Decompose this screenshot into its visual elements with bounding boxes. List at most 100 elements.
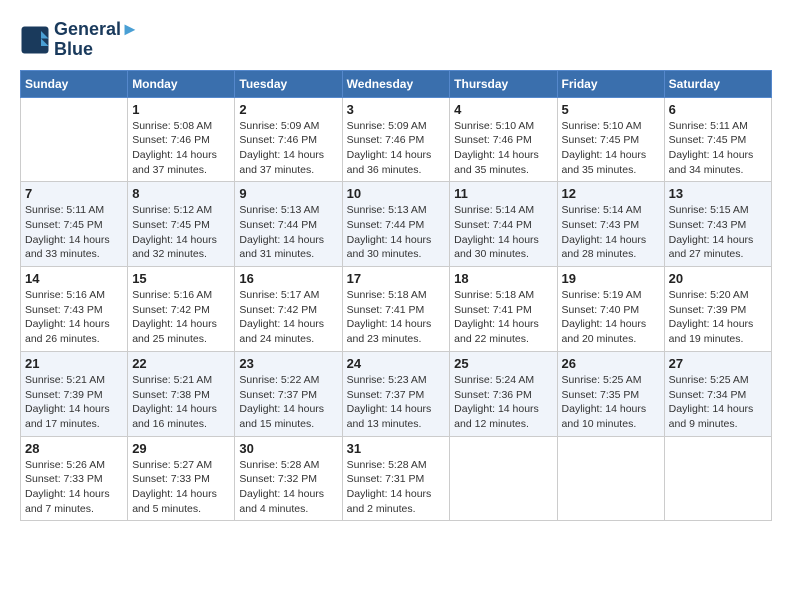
calendar-cell: 20 Sunrise: 5:20 AM Sunset: 7:39 PM Dayli… bbox=[664, 267, 771, 352]
header-friday: Friday bbox=[557, 70, 664, 97]
calendar-week-row: 1 Sunrise: 5:08 AM Sunset: 7:46 PM Daylig… bbox=[21, 97, 772, 182]
day-number: 8 bbox=[132, 186, 230, 201]
calendar-cell: 24 Sunrise: 5:23 AM Sunset: 7:37 PM Dayli… bbox=[342, 351, 450, 436]
calendar-cell: 27 Sunrise: 5:25 AM Sunset: 7:34 PM Dayli… bbox=[664, 351, 771, 436]
calendar-cell: 23Sunrise: 5:22 AM Sunset: 7:37 PM Dayli… bbox=[235, 351, 342, 436]
calendar-cell: 15Sunrise: 5:16 AM Sunset: 7:42 PM Dayli… bbox=[128, 267, 235, 352]
day-number: 11 bbox=[454, 186, 552, 201]
calendar-cell: 25Sunrise: 5:24 AM Sunset: 7:36 PM Dayli… bbox=[450, 351, 557, 436]
calendar-cell bbox=[557, 436, 664, 521]
logo: General► Blue bbox=[20, 20, 139, 60]
day-number: 15 bbox=[132, 271, 230, 286]
day-number: 20 bbox=[669, 271, 767, 286]
calendar-week-row: 7 Sunrise: 5:11 AM Sunset: 7:45 PM Daylig… bbox=[21, 182, 772, 267]
day-number: 16 bbox=[239, 271, 337, 286]
calendar-cell bbox=[664, 436, 771, 521]
calendar-cell: 31Sunrise: 5:28 AM Sunset: 7:31 PM Dayli… bbox=[342, 436, 450, 521]
calendar-cell: 1 Sunrise: 5:08 AM Sunset: 7:46 PM Daylig… bbox=[128, 97, 235, 182]
day-number: 10 bbox=[347, 186, 446, 201]
calendar-cell: 29 Sunrise: 5:27 AM Sunset: 7:33 PM Dayli… bbox=[128, 436, 235, 521]
day-number: 27 bbox=[669, 356, 767, 371]
logo-icon bbox=[20, 25, 50, 55]
day-info: Sunrise: 5:08 AM Sunset: 7:46 PM Dayligh… bbox=[132, 119, 230, 178]
calendar-table: SundayMondayTuesdayWednesdayThursdayFrid… bbox=[20, 70, 772, 522]
day-number: 7 bbox=[25, 186, 123, 201]
day-info: Sunrise: 5:13 AM Sunset: 7:44 PM Dayligh… bbox=[239, 203, 337, 262]
day-number: 30 bbox=[239, 441, 337, 456]
day-number: 5 bbox=[562, 102, 660, 117]
header-saturday: Saturday bbox=[664, 70, 771, 97]
header-tuesday: Tuesday bbox=[235, 70, 342, 97]
day-number: 4 bbox=[454, 102, 552, 117]
day-info: Sunrise: 5:13 AM Sunset: 7:44 PM Dayligh… bbox=[347, 203, 446, 262]
day-info: Sunrise: 5:21 AM Sunset: 7:38 PM Dayligh… bbox=[132, 373, 230, 432]
day-info: Sunrise: 5:26 AM Sunset: 7:33 PM Dayligh… bbox=[25, 458, 123, 517]
day-info: Sunrise: 5:10 AM Sunset: 7:46 PM Dayligh… bbox=[454, 119, 552, 178]
calendar-cell: 14 Sunrise: 5:16 AM Sunset: 7:43 PM Dayli… bbox=[21, 267, 128, 352]
calendar-cell: 22 Sunrise: 5:21 AM Sunset: 7:38 PM Dayli… bbox=[128, 351, 235, 436]
day-info: Sunrise: 5:11 AM Sunset: 7:45 PM Dayligh… bbox=[669, 119, 767, 178]
header-sunday: Sunday bbox=[21, 70, 128, 97]
calendar-cell: 4 Sunrise: 5:10 AM Sunset: 7:46 PM Daylig… bbox=[450, 97, 557, 182]
day-number: 28 bbox=[25, 441, 123, 456]
day-number: 19 bbox=[562, 271, 660, 286]
day-number: 29 bbox=[132, 441, 230, 456]
calendar-cell: 21Sunrise: 5:21 AM Sunset: 7:39 PM Dayli… bbox=[21, 351, 128, 436]
calendar-cell: 13 Sunrise: 5:15 AM Sunset: 7:43 PM Dayli… bbox=[664, 182, 771, 267]
day-info: Sunrise: 5:16 AM Sunset: 7:43 PM Dayligh… bbox=[25, 288, 123, 347]
day-number: 12 bbox=[562, 186, 660, 201]
calendar-cell: 16 Sunrise: 5:17 AM Sunset: 7:42 PM Dayli… bbox=[235, 267, 342, 352]
calendar-cell: 28 Sunrise: 5:26 AM Sunset: 7:33 PM Dayli… bbox=[21, 436, 128, 521]
calendar-week-row: 21Sunrise: 5:21 AM Sunset: 7:39 PM Dayli… bbox=[21, 351, 772, 436]
day-info: Sunrise: 5:28 AM Sunset: 7:32 PM Dayligh… bbox=[239, 458, 337, 517]
day-number: 22 bbox=[132, 356, 230, 371]
calendar-cell: 9 Sunrise: 5:13 AM Sunset: 7:44 PM Daylig… bbox=[235, 182, 342, 267]
calendar-cell: 5Sunrise: 5:10 AM Sunset: 7:45 PM Daylig… bbox=[557, 97, 664, 182]
calendar-cell: 6Sunrise: 5:11 AM Sunset: 7:45 PM Daylig… bbox=[664, 97, 771, 182]
day-info: Sunrise: 5:15 AM Sunset: 7:43 PM Dayligh… bbox=[669, 203, 767, 262]
day-info: Sunrise: 5:14 AM Sunset: 7:43 PM Dayligh… bbox=[562, 203, 660, 262]
page-header: General► Blue bbox=[20, 20, 772, 60]
day-info: Sunrise: 5:25 AM Sunset: 7:35 PM Dayligh… bbox=[562, 373, 660, 432]
day-info: Sunrise: 5:22 AM Sunset: 7:37 PM Dayligh… bbox=[239, 373, 337, 432]
calendar-cell: 12 Sunrise: 5:14 AM Sunset: 7:43 PM Dayli… bbox=[557, 182, 664, 267]
day-info: Sunrise: 5:09 AM Sunset: 7:46 PM Dayligh… bbox=[347, 119, 446, 178]
calendar-cell: 26 Sunrise: 5:25 AM Sunset: 7:35 PM Dayli… bbox=[557, 351, 664, 436]
header-thursday: Thursday bbox=[450, 70, 557, 97]
calendar-cell: 7 Sunrise: 5:11 AM Sunset: 7:45 PM Daylig… bbox=[21, 182, 128, 267]
calendar-cell: 8 Sunrise: 5:12 AM Sunset: 7:45 PM Daylig… bbox=[128, 182, 235, 267]
day-info: Sunrise: 5:18 AM Sunset: 7:41 PM Dayligh… bbox=[454, 288, 552, 347]
day-info: Sunrise: 5:25 AM Sunset: 7:34 PM Dayligh… bbox=[669, 373, 767, 432]
day-info: Sunrise: 5:17 AM Sunset: 7:42 PM Dayligh… bbox=[239, 288, 337, 347]
day-number: 13 bbox=[669, 186, 767, 201]
day-number: 24 bbox=[347, 356, 446, 371]
day-number: 14 bbox=[25, 271, 123, 286]
day-info: Sunrise: 5:27 AM Sunset: 7:33 PM Dayligh… bbox=[132, 458, 230, 517]
calendar-cell: 11Sunrise: 5:14 AM Sunset: 7:44 PM Dayli… bbox=[450, 182, 557, 267]
day-info: Sunrise: 5:19 AM Sunset: 7:40 PM Dayligh… bbox=[562, 288, 660, 347]
day-info: Sunrise: 5:24 AM Sunset: 7:36 PM Dayligh… bbox=[454, 373, 552, 432]
calendar-week-row: 28 Sunrise: 5:26 AM Sunset: 7:33 PM Dayli… bbox=[21, 436, 772, 521]
day-info: Sunrise: 5:18 AM Sunset: 7:41 PM Dayligh… bbox=[347, 288, 446, 347]
day-number: 9 bbox=[239, 186, 337, 201]
day-info: Sunrise: 5:12 AM Sunset: 7:45 PM Dayligh… bbox=[132, 203, 230, 262]
calendar-week-row: 14 Sunrise: 5:16 AM Sunset: 7:43 PM Dayli… bbox=[21, 267, 772, 352]
day-number: 18 bbox=[454, 271, 552, 286]
header-wednesday: Wednesday bbox=[342, 70, 450, 97]
day-number: 21 bbox=[25, 356, 123, 371]
day-number: 31 bbox=[347, 441, 446, 456]
calendar-cell: 30 Sunrise: 5:28 AM Sunset: 7:32 PM Dayli… bbox=[235, 436, 342, 521]
calendar-cell: 19 Sunrise: 5:19 AM Sunset: 7:40 PM Dayli… bbox=[557, 267, 664, 352]
day-info: Sunrise: 5:11 AM Sunset: 7:45 PM Dayligh… bbox=[25, 203, 123, 262]
calendar-cell bbox=[21, 97, 128, 182]
day-info: Sunrise: 5:23 AM Sunset: 7:37 PM Dayligh… bbox=[347, 373, 446, 432]
calendar-cell: 2Sunrise: 5:09 AM Sunset: 7:46 PM Daylig… bbox=[235, 97, 342, 182]
calendar-cell: 17Sunrise: 5:18 AM Sunset: 7:41 PM Dayli… bbox=[342, 267, 450, 352]
day-number: 1 bbox=[132, 102, 230, 117]
day-number: 3 bbox=[347, 102, 446, 117]
day-number: 26 bbox=[562, 356, 660, 371]
calendar-cell: 18 Sunrise: 5:18 AM Sunset: 7:41 PM Dayli… bbox=[450, 267, 557, 352]
day-number: 2 bbox=[239, 102, 337, 117]
day-info: Sunrise: 5:20 AM Sunset: 7:39 PM Dayligh… bbox=[669, 288, 767, 347]
calendar-cell bbox=[450, 436, 557, 521]
